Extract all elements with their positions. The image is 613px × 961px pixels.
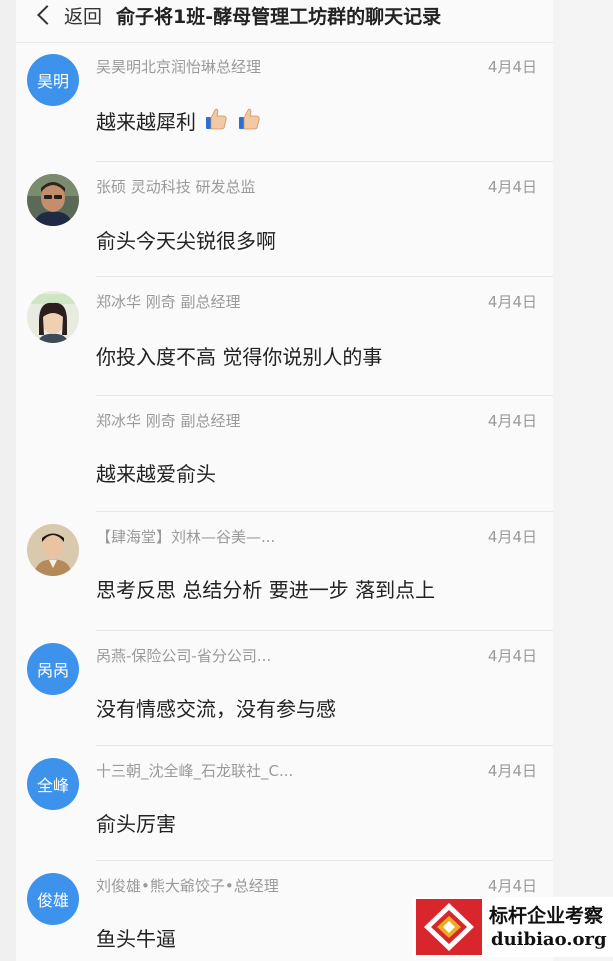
avatar-photo — [27, 524, 79, 576]
message-text: 俞头厉害 — [96, 812, 176, 836]
sender-name: 郑冰华 刚奇 副总经理 — [96, 293, 241, 311]
sender-name: 张硕 灵动科技 研发总监 — [96, 178, 256, 196]
message-text: 你投入度不高 觉得你说别人的事 — [96, 345, 383, 369]
sender-name: 吴昊明北京润怡琳总经理 — [96, 58, 262, 76]
back-button[interactable]: 返回 — [34, 0, 102, 30]
message-text: 越来越爱俞头 — [96, 462, 216, 486]
message-date: 4月4日 — [487, 528, 537, 546]
chat-history-page: 返回 俞子将1班-酵母管理工坊群的聊天记录 昊明 吴昊明北京润怡琳总经理 4月4… — [16, 0, 553, 961]
message-date: 4月4日 — [487, 178, 537, 196]
sender-name: 郑冰华 刚奇 副总经理 — [96, 412, 241, 430]
avatar[interactable]: 全峰 — [27, 758, 79, 810]
thumbs-up-icon — [238, 108, 260, 130]
message-date: 4月4日 — [487, 647, 537, 665]
message-text: 鱼头牛逼 — [96, 927, 176, 951]
message-date: 4月4日 — [487, 58, 537, 76]
thumbs-up-icon — [206, 108, 228, 130]
sender-name: 【肆海堂】刘林—谷美—... — [96, 528, 276, 546]
avatar[interactable]: 俊雄 — [27, 873, 79, 925]
message-date: 4月4日 — [487, 877, 537, 895]
message-item[interactable]: 全峰 十三朝_沈全峰_石龙联社_C... 4月4日 俞头厉害 — [16, 746, 553, 861]
message-item[interactable]: 郑冰华 刚奇 副总经理 4月4日 越来越爱俞头 — [16, 396, 553, 512]
avatar-photo — [27, 291, 79, 343]
back-label: 返回 — [64, 5, 103, 28]
watermark-domain: duibiao.org — [491, 929, 607, 950]
message-date: 4月4日 — [487, 293, 537, 311]
watermark: 标杆企业考察 duibiao.org — [413, 897, 613, 957]
avatar[interactable] — [27, 291, 79, 343]
sender-name: 呙燕-保险公司-省分公司... — [96, 647, 272, 665]
message-text: 没有情感交流，没有参与感 — [96, 697, 336, 721]
sender-name: 刘俊雄•熊大爺饺子•总经理 — [96, 877, 279, 895]
message-item[interactable]: 张硕 灵动科技 研发总监 4月4日 俞头今天尖锐很多啊 — [16, 162, 553, 277]
message-text: 俞头今天尖锐很多啊 — [96, 229, 276, 253]
page-title: 俞子将1班-酵母管理工坊群的聊天记录 — [116, 6, 442, 28]
sender-name: 十三朝_沈全峰_石龙联社_C... — [96, 762, 294, 780]
message-item[interactable]: 昊明 吴昊明北京润怡琳总经理 4月4日 越来越犀利 — [16, 42, 553, 162]
left-margin — [0, 0, 16, 961]
message-item[interactable]: 郑冰华 刚奇 副总经理 4月4日 你投入度不高 觉得你说别人的事 — [16, 277, 553, 396]
avatar[interactable]: 呙呙 — [27, 643, 79, 695]
right-margin — [553, 0, 613, 961]
avatar[interactable]: 昊明 — [27, 54, 79, 106]
message-date: 4月4日 — [487, 412, 537, 430]
message-text: 思考反思 总结分析 要进一步 落到点上 — [96, 578, 436, 602]
header-bar: 返回 俞子将1班-酵母管理工坊群的聊天记录 — [16, 0, 553, 43]
avatar[interactable] — [27, 174, 79, 226]
watermark-logo-icon — [416, 899, 482, 955]
chevron-left-icon — [37, 5, 57, 25]
watermark-name: 标杆企业考察 — [489, 905, 604, 927]
message-text: 越来越犀利 — [96, 110, 196, 134]
message-item[interactable]: 呙呙 呙燕-保险公司-省分公司... 4月4日 没有情感交流，没有参与感 — [16, 631, 553, 746]
avatar-photo — [27, 174, 79, 226]
message-item[interactable]: 【肆海堂】刘林—谷美—... 4月4日 思考反思 总结分析 要进一步 落到点上 — [16, 512, 553, 631]
avatar[interactable] — [27, 524, 79, 576]
message-date: 4月4日 — [487, 762, 537, 780]
